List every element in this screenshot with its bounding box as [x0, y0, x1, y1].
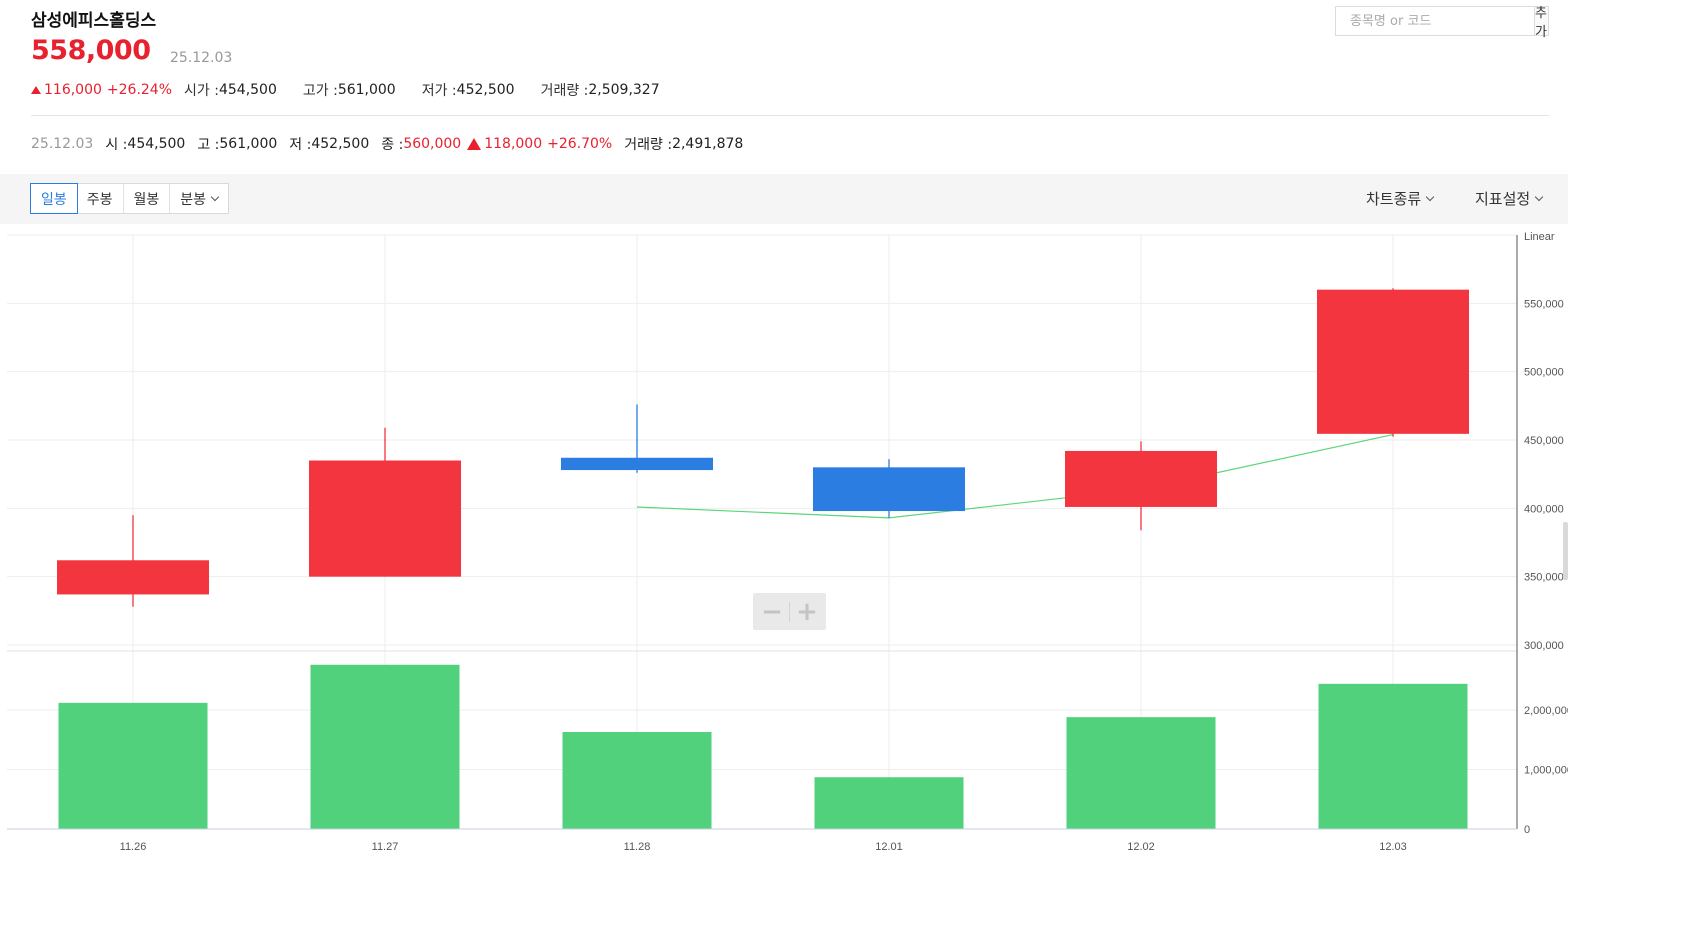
- daily-open-label: 시 :: [105, 137, 128, 153]
- candle-body: [1065, 450, 1217, 507]
- price-date: 25.12.03: [170, 50, 233, 66]
- indicator-settings-dropdown[interactable]: 지표설정: [1475, 188, 1544, 209]
- tab-daily-label: 일봉: [41, 191, 67, 208]
- candle-body: [561, 457, 713, 471]
- volume-label: 거래량 :: [540, 83, 589, 99]
- daily-up-arrow-icon: [467, 138, 482, 150]
- stock-name: 삼성에피스홀딩스: [31, 11, 157, 31]
- volume-tick-label: 1,000,000: [1524, 765, 1568, 777]
- tab-weekly[interactable]: 주봉: [77, 184, 124, 213]
- tab-daily[interactable]: 일봉: [30, 183, 78, 214]
- daily-open-value: 454,500: [127, 136, 186, 152]
- price-summary-row: 116,000 +26.24% 시가 : 454,500 고가 : 561,00…: [31, 80, 686, 100]
- daily-change: 118,000: [484, 136, 543, 152]
- daily-high-label: 고 :: [197, 137, 220, 153]
- daily-low-value: 452,500: [311, 136, 370, 152]
- add-button[interactable]: 추가: [1534, 6, 1548, 40]
- chevron-down-icon: [1534, 192, 1544, 201]
- daily-volume-value: 2,491,878: [672, 136, 744, 152]
- price-tick-label: 500,000: [1524, 367, 1564, 379]
- volume-bar: [562, 732, 712, 829]
- daily-date: 25.12.03: [31, 136, 94, 152]
- price-tick-label: 450,000: [1524, 435, 1564, 447]
- scroll-handle[interactable]: [1563, 522, 1568, 580]
- period-tabs: 일봉 주봉 월봉 분봉: [30, 183, 230, 214]
- volume-bar: [310, 664, 460, 829]
- price-tick-label: 350,000: [1524, 572, 1564, 584]
- current-price: 558,000: [31, 35, 151, 66]
- zoom-out-button[interactable]: −: [755, 593, 789, 630]
- moving-average-line: [636, 433, 1394, 519]
- volume-bar: [1318, 683, 1468, 829]
- tab-minute-label: 분봉: [180, 191, 207, 208]
- high-value: 561,000: [337, 82, 396, 98]
- chart-type-label: 차트종류: [1366, 190, 1422, 208]
- price-change-percent: +26.24%: [106, 82, 173, 98]
- candle-body: [1317, 289, 1469, 434]
- open-label: 시가 :: [184, 83, 219, 99]
- tab-monthly-label: 월봉: [133, 191, 160, 208]
- candle-body: [813, 467, 965, 512]
- tab-monthly[interactable]: 월봉: [124, 184, 171, 213]
- header-divider: [31, 115, 1549, 116]
- x-tick-label: 12.02: [1127, 841, 1155, 853]
- tab-weekly-label: 주봉: [86, 191, 113, 208]
- candle-body: [309, 460, 461, 577]
- x-tick-label: 12.03: [1379, 841, 1407, 853]
- indicator-label: 지표설정: [1475, 190, 1531, 208]
- low-value: 452,500: [456, 82, 515, 98]
- candle-body: [57, 560, 209, 595]
- stock-search: 추가: [1335, 6, 1549, 40]
- x-tick-label: 12.01: [875, 841, 903, 853]
- daily-volume-label: 거래량 :: [624, 137, 673, 153]
- chart-toolbar: [0, 174, 1568, 224]
- volume-bar: [1066, 717, 1216, 829]
- scale-mode-label: Linear: [1524, 231, 1555, 243]
- daily-high-value: 561,000: [219, 136, 278, 152]
- price-tick-label: 400,000: [1524, 503, 1564, 515]
- daily-close-value: 560,000: [403, 136, 462, 152]
- daily-ohlc-row: 25.12.03 시 : 454,500 고 : 561,000 저 : 452…: [31, 134, 743, 154]
- up-arrow-icon: [31, 86, 41, 94]
- x-tick-label: 11.28: [624, 841, 651, 853]
- volume-bar: [814, 777, 964, 829]
- volume-tick-label: 0: [1524, 824, 1530, 836]
- search-input[interactable]: [1336, 7, 1534, 35]
- open-value: 454,500: [218, 82, 277, 98]
- volume-value: 2,509,327: [588, 82, 660, 98]
- volume-tick-label: 2,000,000: [1524, 705, 1568, 717]
- price-tick-label: 550,000: [1524, 298, 1564, 310]
- chevron-down-icon: [1425, 192, 1435, 201]
- zoom-in-button[interactable]: +: [790, 593, 824, 630]
- high-label: 고가 :: [302, 83, 338, 99]
- daily-close-label: 종 :: [381, 137, 404, 153]
- price-change: 116,000: [44, 82, 102, 98]
- price-tick-label: 300,000: [1524, 640, 1564, 652]
- zoom-control: − +: [753, 593, 826, 630]
- x-tick-label: 11.27: [372, 841, 399, 853]
- tab-minute[interactable]: 분봉: [170, 184, 228, 213]
- daily-change-percent: +26.70%: [547, 136, 613, 152]
- x-tick-label: 11.26: [120, 841, 147, 853]
- chevron-down-icon: [210, 192, 220, 201]
- daily-low-label: 저 :: [289, 137, 312, 153]
- price-volume-chart[interactable]: Linear 550,000 500,000 450,000 400,000 350,00…: [0, 226, 1568, 858]
- chart-type-dropdown[interactable]: 차트종류: [1366, 188, 1435, 209]
- volume-bar: [58, 702, 208, 829]
- low-label: 저가 :: [421, 83, 457, 99]
